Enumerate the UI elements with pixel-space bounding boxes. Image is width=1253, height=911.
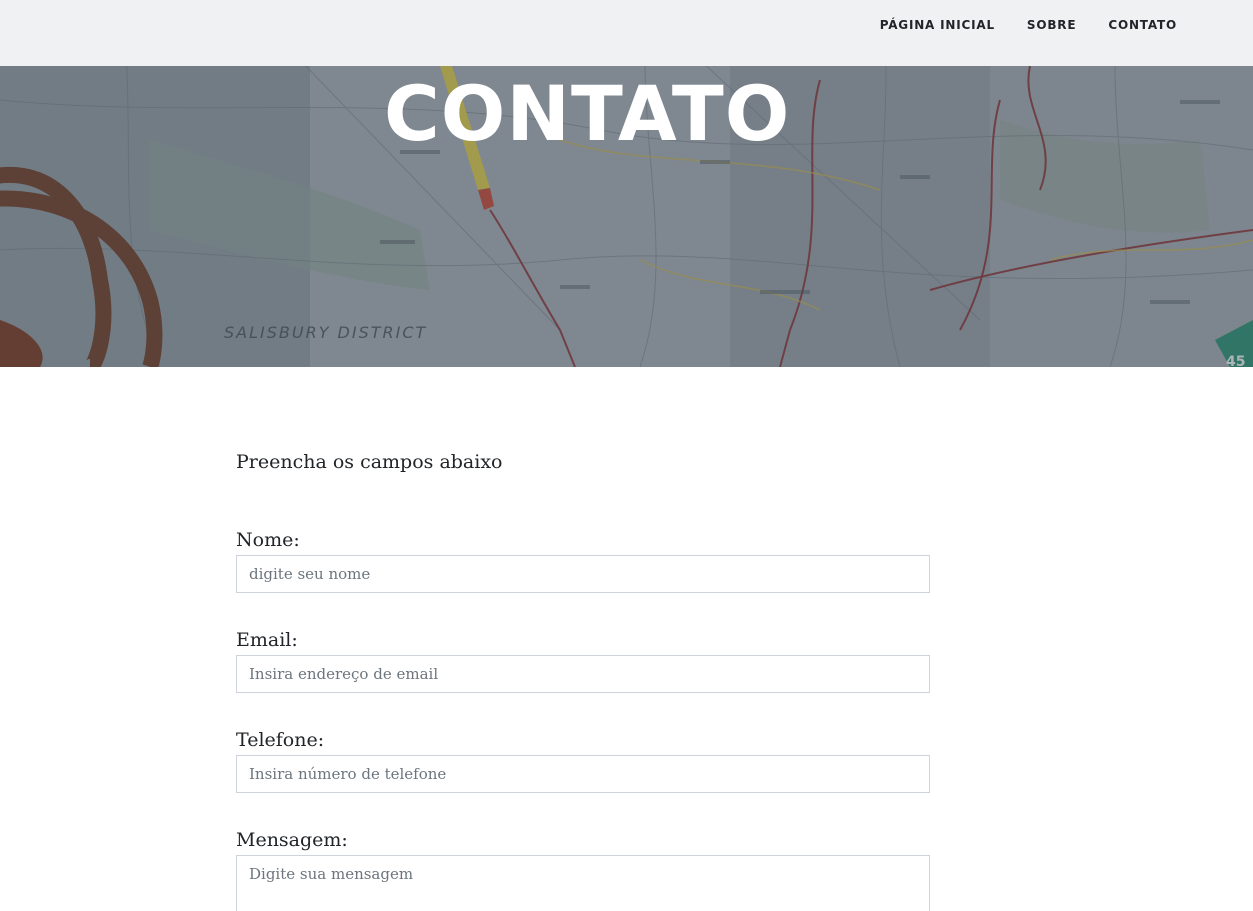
contact-form: Preencha os campos abaixo Nome: Email: T… [236, 440, 930, 911]
message-label: Mensagem: [236, 829, 348, 851]
phone-field-group: Telefone: [236, 728, 930, 793]
email-field-group: Email: [236, 628, 930, 693]
email-label: Email: [236, 629, 298, 651]
nav-link-pagina-inicial[interactable]: PÁGINA INICIAL [864, 18, 1011, 32]
top-navbar: PÁGINA INICIAL SOBRE CONTATO [0, 0, 1253, 66]
nav-link-contato[interactable]: CONTATO [1092, 18, 1193, 32]
form-intro-text: Preencha os campos abaixo [236, 451, 503, 473]
nav-link-sobre[interactable]: SOBRE [1011, 18, 1092, 32]
message-field-group: Mensagem: [236, 828, 930, 911]
name-input[interactable] [236, 555, 930, 593]
email-input[interactable] [236, 655, 930, 693]
page-title: CONTATO [384, 69, 791, 158]
phone-label: Telefone: [236, 729, 325, 751]
name-field-group: Nome: [236, 528, 930, 593]
nav-menu: PÁGINA INICIAL SOBRE CONTATO [864, 0, 1193, 46]
message-textarea[interactable] [236, 855, 930, 911]
name-label: Nome: [236, 529, 300, 551]
phone-input[interactable] [236, 755, 930, 793]
